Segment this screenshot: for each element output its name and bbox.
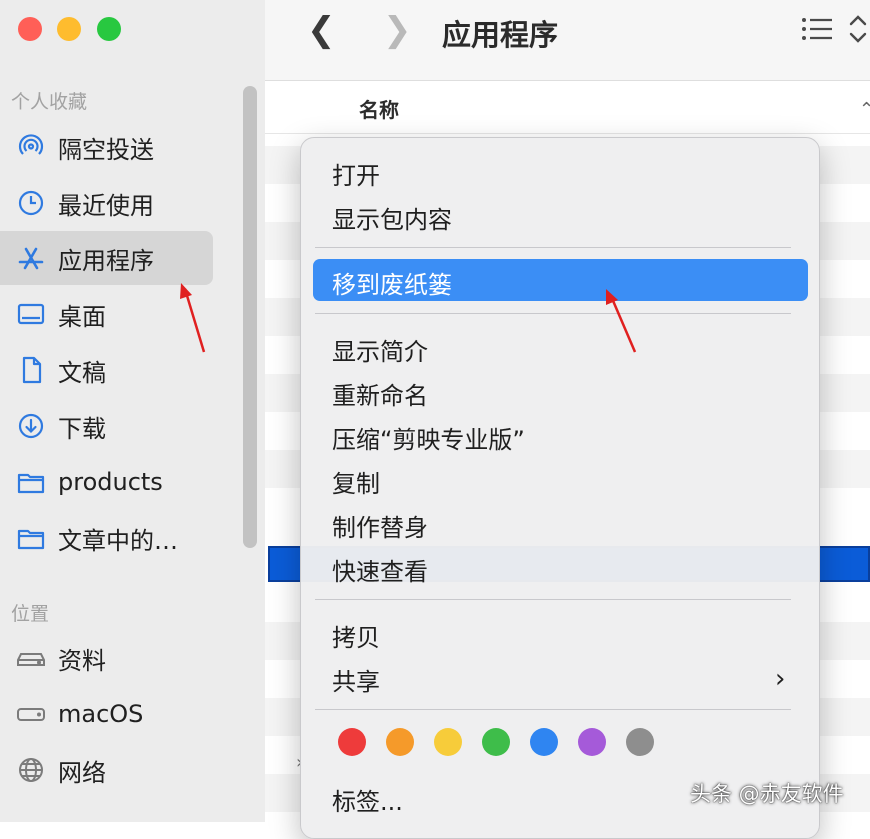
sidebar-item-label: 资料	[58, 646, 106, 675]
favorites-section-title: 个人收藏	[11, 91, 88, 113]
menu-item-rename[interactable]: 重新命名	[332, 376, 428, 411]
menu-item-compress[interactable]: 压缩“剪映专业版”	[332, 420, 525, 455]
sidebar-item-label: 文稿	[58, 358, 106, 387]
menu-item-get-info[interactable]: 显示简介	[332, 332, 428, 367]
tag-purple[interactable]	[578, 728, 606, 756]
forward-button[interactable]: ❯	[383, 10, 412, 50]
toolbar: ❮ ❯ 应用程序	[265, 0, 870, 81]
sidebar-item-label: 桌面	[58, 302, 106, 331]
tag-orange[interactable]	[386, 728, 414, 756]
locations-section-title: 位置	[11, 603, 50, 625]
sidebar-item-macos[interactable]: macOS	[0, 687, 213, 741]
network-globe-icon	[15, 754, 47, 786]
menu-item-quick-look[interactable]: 快速查看	[332, 552, 428, 587]
menu-separator	[315, 313, 791, 314]
sidebar-scrollbar[interactable]	[243, 86, 257, 548]
menu-item-tags[interactable]: 标签...	[332, 782, 403, 817]
menu-item-copy[interactable]: 拷贝	[332, 618, 380, 653]
menu-separator	[315, 247, 791, 248]
sidebar: 个人收藏 隔空投送 最近使用 应用程序 桌面 文稿 下载 products 文章…	[0, 0, 265, 822]
sidebar-item-label: 应用程序	[58, 246, 154, 275]
sidebar-item-downloads[interactable]: 下载	[0, 399, 213, 453]
sidebar-item-label: 文章中的…	[58, 526, 178, 555]
sidebar-item-label: 最近使用	[58, 191, 154, 220]
minimize-window-button[interactable]	[57, 17, 81, 41]
desktop-icon	[15, 298, 47, 330]
sidebar-item-label: 下载	[58, 414, 106, 443]
document-icon	[15, 354, 47, 386]
annotation-arrow-icon	[606, 289, 637, 353]
annotation-arrow-icon	[180, 283, 206, 353]
sidebar-item-recents[interactable]: 最近使用	[0, 176, 213, 230]
tag-red[interactable]	[338, 728, 366, 756]
airdrop-icon	[15, 131, 47, 163]
internal-drive-icon	[15, 698, 47, 730]
sidebar-item-data-drive[interactable]: 资料	[0, 631, 213, 685]
back-button[interactable]: ❮	[307, 10, 336, 50]
menu-item-duplicate[interactable]: 复制	[332, 464, 380, 499]
sidebar-item-airdrop[interactable]: 隔空投送	[0, 120, 213, 174]
sidebar-item-label: 隔空投送	[58, 135, 154, 164]
applications-icon	[15, 242, 47, 274]
tag-gray[interactable]	[626, 728, 654, 756]
zoom-window-button[interactable]	[97, 17, 121, 41]
folder-icon	[15, 466, 47, 498]
sidebar-item-article-folder[interactable]: 文章中的…	[0, 511, 213, 565]
sidebar-item-network[interactable]: 网络	[0, 743, 213, 797]
menu-item-label: 移到废纸篓	[332, 271, 452, 299]
menu-item-share[interactable]: 共享	[332, 662, 380, 697]
window-title: 应用程序	[442, 18, 559, 52]
menu-item-open[interactable]: 打开	[332, 156, 380, 191]
submenu-chevron-right-icon: ›	[775, 664, 786, 694]
list-view-icon[interactable]	[800, 14, 834, 44]
menu-separator	[315, 599, 791, 600]
download-icon	[15, 410, 47, 442]
sidebar-item-products[interactable]: products	[0, 455, 213, 509]
context-menu: 打开 显示包内容 移到废纸篓 显示简介 重新命名 压缩“剪映专业版” 复制 制作…	[300, 137, 820, 839]
external-drive-icon	[15, 642, 47, 674]
sidebar-item-label: macOS	[58, 700, 144, 728]
close-window-button[interactable]	[18, 17, 42, 41]
chevron-updown-icon[interactable]	[848, 12, 868, 46]
column-header[interactable]: 名称 ⌃	[265, 81, 870, 134]
tag-blue[interactable]	[530, 728, 558, 756]
column-name-label: 名称	[359, 98, 399, 122]
menu-separator	[315, 709, 791, 710]
sort-chevron-icon: ⌃	[859, 99, 870, 120]
sidebar-item-applications[interactable]: 应用程序	[0, 231, 213, 285]
folder-icon	[15, 522, 47, 554]
tag-yellow[interactable]	[434, 728, 462, 756]
sidebar-item-label: 网络	[58, 758, 106, 787]
sidebar-item-label: products	[58, 468, 163, 496]
tag-green[interactable]	[482, 728, 510, 756]
menu-item-show-package-contents[interactable]: 显示包内容	[332, 200, 452, 235]
watermark-text: 头条 @赤友软件	[690, 782, 844, 806]
menu-item-move-to-trash[interactable]: 移到废纸篓	[313, 259, 808, 301]
menu-item-make-alias[interactable]: 制作替身	[332, 508, 428, 543]
clock-icon	[15, 187, 47, 219]
